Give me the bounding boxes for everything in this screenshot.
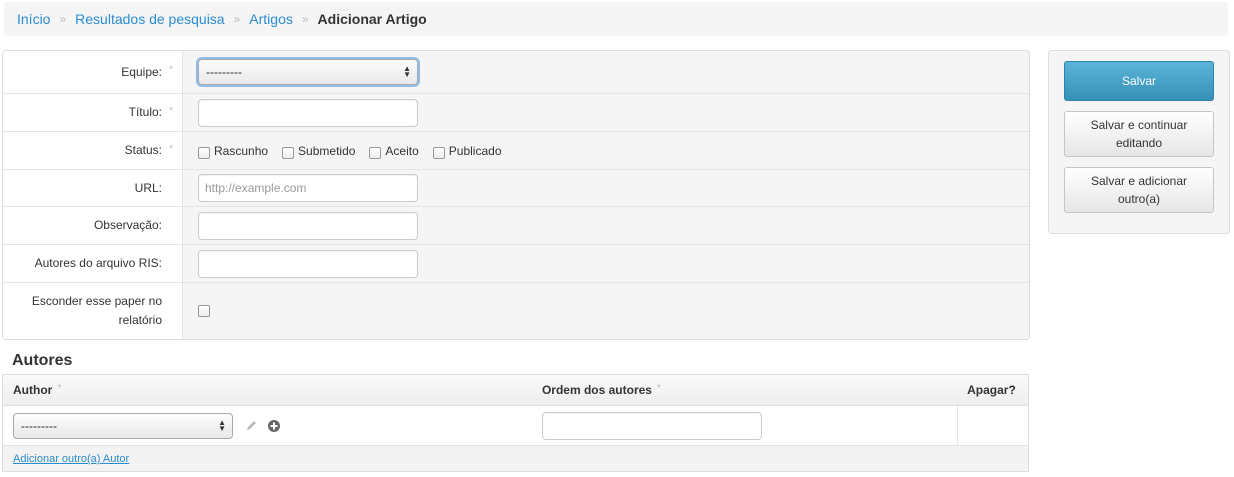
status-published-checkbox[interactable] — [432, 146, 445, 159]
save-and-continue-button[interactable]: Salvar e continuar editando — [1064, 111, 1214, 157]
order-column-header: Ordem dos autores * — [541, 382, 661, 398]
status-submitted-checkbox[interactable] — [282, 146, 295, 159]
status-accepted-checkbox[interactable] — [369, 146, 382, 159]
status-label: Status: * — [3, 132, 183, 169]
observation-input[interactable] — [198, 211, 418, 240]
authors-section-title: Autores — [12, 352, 73, 369]
team-row: Equipe: * --------- ▲ ▼ — [3, 51, 1029, 94]
author-order-input[interactable] — [541, 411, 762, 440]
team-select[interactable]: --------- ▲ ▼ — [198, 59, 418, 85]
required-marker: * — [57, 382, 62, 394]
required-marker: * — [169, 143, 173, 155]
breadcrumb-home-link[interactable]: Início — [17, 11, 50, 27]
status-option-accepted[interactable]: Aceito — [369, 143, 419, 159]
ris-authors-label: Autores do arquivo RIS: — [3, 245, 183, 282]
status-option-submitted[interactable]: Submetido — [282, 143, 355, 159]
observation-row: Observação: — [3, 207, 1029, 245]
observation-label: Observação: — [3, 207, 183, 244]
team-select-value: --------- — [206, 65, 242, 79]
required-marker: * — [656, 382, 661, 394]
add-another-author-link[interactable]: Adicionar outro(a) Autor — [13, 453, 129, 465]
select-arrows-icon: ▲ ▼ — [218, 417, 226, 433]
url-input[interactable] — [198, 174, 418, 202]
add-circle-icon[interactable] — [268, 419, 280, 432]
required-marker: * — [169, 64, 173, 76]
breadcrumb-separator: » — [233, 12, 241, 26]
breadcrumb-current: Adicionar Artigo — [317, 11, 427, 27]
authors-table-footer: Adicionar outro(a) Autor — [3, 446, 1028, 471]
ris-authors-row: Autores do arquivo RIS: — [3, 245, 1029, 283]
status-option-published[interactable]: Publicado — [432, 143, 502, 159]
status-option-draft[interactable]: Rascunho — [198, 143, 268, 159]
title-label: Título: * — [3, 94, 183, 131]
authors-table: Author * Ordem dos autores * Apagar? -----… — [2, 374, 1029, 472]
team-label: Equipe: * — [3, 51, 183, 93]
select-arrows-icon: ▲ ▼ — [403, 64, 411, 79]
ris-authors-input[interactable] — [198, 249, 418, 278]
hide-paper-row: Esconder esse paper no relatório — [3, 283, 1029, 339]
status-draft-checkbox[interactable] — [198, 146, 210, 159]
article-form: Equipe: * --------- ▲ ▼ Título: * Status: * … — [2, 50, 1030, 340]
breadcrumb-separator: » — [301, 12, 309, 26]
url-row: URL: — [3, 170, 1029, 207]
hide-paper-checkbox[interactable] — [198, 305, 210, 317]
save-button[interactable]: Salvar — [1064, 61, 1214, 101]
save-and-add-another-button[interactable]: Salvar e adicionar outro(a) — [1064, 167, 1214, 213]
authors-table-header: Author * Ordem dos autores * Apagar? — [3, 375, 1028, 406]
delete-cell — [957, 406, 1028, 445]
actions-panel: Salvar Salvar e continuar editando Salva… — [1048, 50, 1230, 234]
required-marker: * — [169, 105, 173, 117]
breadcrumb: Início » Resultados de pesquisa » Artigo… — [4, 2, 1228, 36]
title-input[interactable] — [198, 98, 418, 127]
hide-paper-label: Esconder esse paper no relatório — [3, 283, 183, 339]
status-row: Status: * Rascunho Submetido Aceito Publi… — [3, 132, 1029, 170]
table-row: --------- ▲ ▼ — [3, 406, 1028, 446]
delete-column-header: Apagar? — [967, 383, 1016, 397]
url-label: URL: — [3, 170, 183, 206]
breadcrumb-articles-link[interactable]: Artigos — [249, 11, 293, 27]
author-select-value: --------- — [21, 418, 57, 433]
author-column-header: Author * — [13, 382, 62, 398]
pencil-icon[interactable] — [245, 419, 258, 432]
breadcrumb-separator: » — [59, 12, 67, 26]
title-row: Título: * — [3, 94, 1029, 132]
breadcrumb-search-results-link[interactable]: Resultados de pesquisa — [75, 11, 224, 27]
author-select[interactable]: --------- ▲ ▼ — [13, 412, 233, 439]
